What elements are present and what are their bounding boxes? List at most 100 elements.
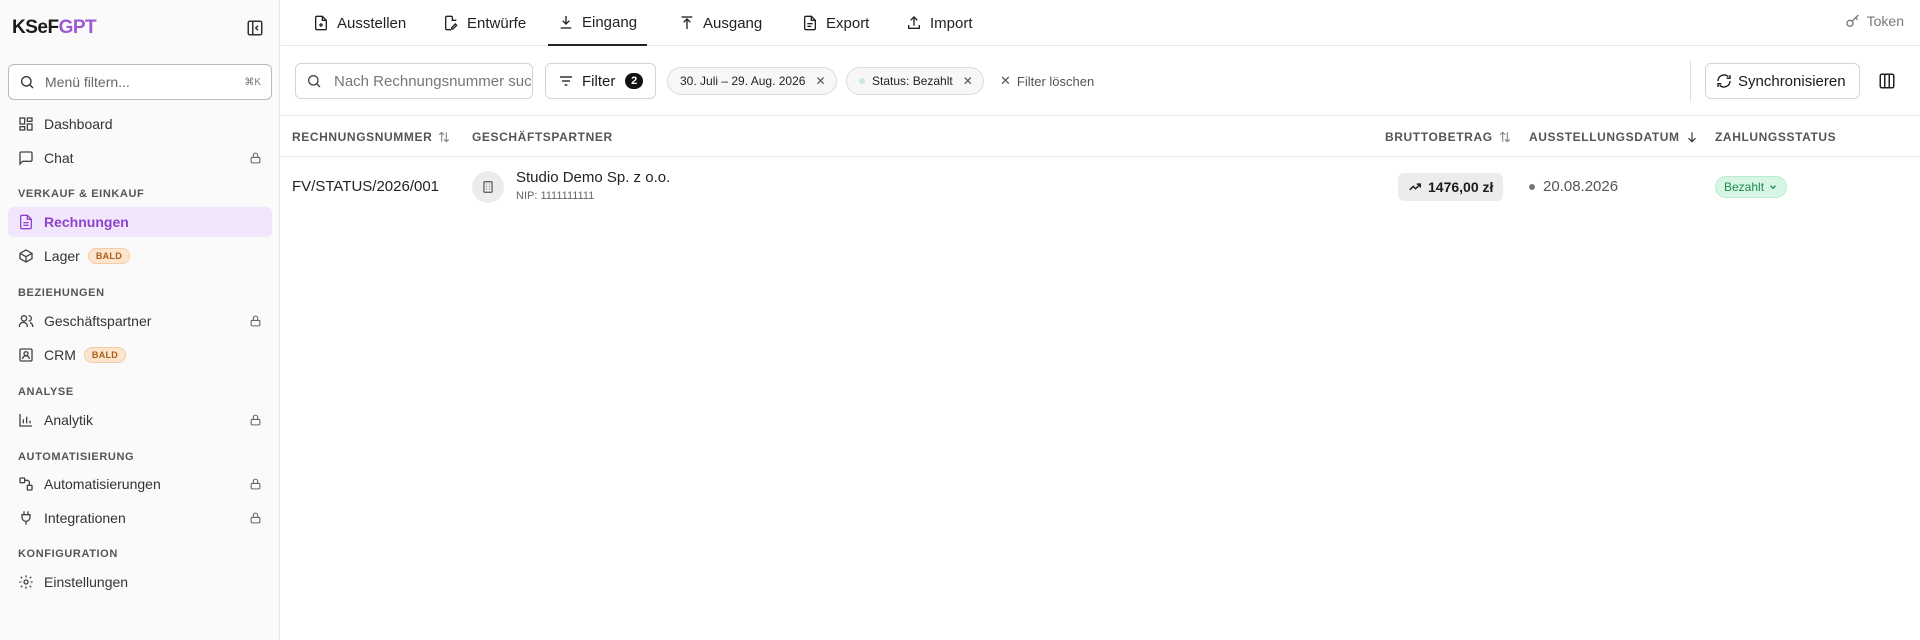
document-icon (18, 214, 34, 230)
sidebar-toggle-icon[interactable] (246, 19, 264, 37)
sidebar-item-label: Geschäftspartner (44, 313, 152, 329)
contact-card-icon (18, 347, 34, 363)
tab-label: Eingang (582, 13, 638, 31)
chevron-down-icon (1768, 182, 1778, 192)
invoice-search-input[interactable]: Nach Rechnungsnummer suchen (295, 63, 533, 99)
arrow-down-icon[interactable] (1685, 130, 1699, 144)
key-icon (1845, 13, 1861, 29)
sidebar-item-settings[interactable]: Einstellungen (8, 567, 272, 597)
section-relationships: BEZIEHUNGEN (18, 287, 105, 299)
shortcut-hint: ⌘K (244, 76, 261, 88)
tab-label: Ausstellen (337, 14, 407, 32)
section-configuration: KONFIGURATION (18, 548, 118, 560)
filter-bar: Nach Rechnungsnummer suchen Filter 2 30.… (281, 46, 1920, 116)
partner-nip: NIP: 1111111111 (516, 190, 595, 202)
sort-icon[interactable] (1498, 130, 1512, 144)
close-icon[interactable]: ✕ (815, 74, 825, 88)
menu-filter-placeholder: Menü filtern... (45, 74, 130, 90)
sidebar-item-analytics[interactable]: Analytik (8, 405, 272, 435)
lock-icon (249, 151, 262, 165)
tab-issue[interactable]: Ausstellen (303, 0, 416, 46)
date-value: 20.08.2026 (1543, 178, 1619, 195)
sidebar-item-automations[interactable]: Automatisierungen (8, 469, 272, 499)
logo-row: KSeFGPT (12, 16, 268, 40)
status-label: Bezahlt (1724, 180, 1765, 194)
column-header-label: AUSSTELLUNGSDATUM (1529, 130, 1680, 144)
trending-up-icon (1408, 180, 1422, 194)
sidebar-item-label: Lager (44, 248, 80, 264)
chat-icon (18, 150, 34, 166)
download-icon (558, 14, 574, 30)
token-button[interactable]: Token (1845, 13, 1904, 29)
lock-icon (249, 413, 262, 427)
sort-icon[interactable] (437, 130, 451, 144)
sidebar-item-label: Automatisierungen (44, 476, 161, 492)
sidebar-item-chat[interactable]: Chat (8, 143, 272, 173)
column-header-gross-amount[interactable]: BRUTTOBETRAG (1385, 117, 1512, 157)
filter-button[interactable]: Filter 2 (545, 63, 656, 99)
payment-status-badge[interactable]: Bezahlt (1715, 176, 1788, 198)
sidebar-item-partners[interactable]: Geschäftspartner (8, 306, 272, 336)
lock-icon (249, 314, 262, 328)
chip-label: 30. Juli – 29. Aug. 2026 (680, 74, 806, 88)
invoice-search-placeholder: Nach Rechnungsnummer suchen (334, 72, 532, 90)
sidebar-item-warehouse[interactable]: Lager BALD (8, 241, 272, 271)
date-dot (1529, 183, 1535, 190)
invoice-number[interactable]: FV/STATUS/2026/001 (292, 178, 439, 195)
column-header-label: BRUTTOBETRAG (1385, 130, 1493, 144)
tab-drafts[interactable]: Entwürfe (433, 0, 536, 46)
app-logo[interactable]: KSeFGPT (12, 16, 268, 40)
tab-outgoing[interactable]: Ausgang (669, 0, 772, 46)
close-icon: ✕ (1000, 73, 1011, 88)
column-header-label: RECHNUNGSNUMMER (292, 130, 433, 144)
tab-export[interactable]: Export (792, 0, 879, 46)
search-icon (19, 74, 35, 90)
sidebar-item-label: Einstellungen (44, 574, 129, 590)
dashboard-icon (18, 116, 34, 132)
tab-label: Import (930, 14, 973, 32)
filter-chip-date-range[interactable]: 30. Juli – 29. Aug. 2026 ✕ (667, 67, 837, 95)
tab-label: Export (826, 14, 870, 32)
section-analysis: ANALYSE (18, 386, 74, 398)
sidebar-item-label: Rechnungen (44, 214, 129, 230)
package-icon (18, 248, 34, 264)
filter-chip-status[interactable]: Status: Bezahlt ✕ (846, 67, 984, 95)
refresh-icon (1716, 73, 1732, 89)
top-tabs: Ausstellen Entwürfe Eingang Ausgang Expo… (281, 0, 1920, 46)
sidebar-item-integrations[interactable]: Integrationen (8, 503, 272, 533)
sidebar-item-label: Chat (44, 150, 74, 166)
filter-label: Filter (582, 72, 616, 90)
clear-filters-button[interactable]: ✕ Filter löschen (1000, 73, 1094, 89)
amount-value: 1476,00 zł (1428, 179, 1494, 195)
menu-filter-input[interactable]: Menü filtern... ⌘K (8, 64, 272, 100)
lock-icon (249, 511, 262, 525)
sync-button[interactable]: Synchronisieren (1705, 63, 1860, 99)
gear-icon (18, 574, 34, 590)
coming-soon-badge: BALD (83, 347, 127, 363)
table-row[interactable]: FV/STATUS/2026/001 Studio Demo Sp. z o.o… (281, 157, 1920, 217)
bar-chart-icon (18, 412, 34, 428)
sidebar-item-invoices[interactable]: Rechnungen (8, 207, 272, 237)
filter-count-badge: 2 (625, 73, 643, 89)
partner-name[interactable]: Studio Demo Sp. z o.o. (516, 169, 670, 186)
column-header-label: ZAHLUNGSSTATUS (1715, 130, 1837, 144)
sidebar-item-crm[interactable]: CRM BALD (8, 340, 272, 370)
divider (1690, 60, 1691, 102)
tab-import[interactable]: Import (896, 0, 983, 46)
workflow-icon (18, 476, 34, 492)
section-sales-purchases: VERKAUF & EINKAUF (18, 188, 145, 200)
sidebar-item-label: Analytik (44, 412, 94, 428)
users-icon (18, 313, 34, 329)
columns-icon[interactable] (1878, 72, 1896, 90)
tab-incoming[interactable]: Eingang (548, 0, 648, 46)
clear-filters-label: Filter löschen (1016, 73, 1095, 89)
column-header-issue-date[interactable]: AUSSTELLUNGSDATUM (1529, 117, 1699, 157)
chip-label: Status: Bezahlt (872, 74, 953, 88)
close-icon[interactable]: ✕ (963, 74, 973, 88)
building-icon (472, 171, 504, 203)
file-text-icon (802, 15, 818, 31)
column-header-payment-status: ZAHLUNGSSTATUS (1715, 117, 1836, 157)
issue-date: 20.08.2026 (1529, 178, 1618, 195)
column-header-invoice-number[interactable]: RECHNUNGSNUMMER (292, 117, 451, 157)
sidebar-item-dashboard[interactable]: Dashboard (8, 109, 272, 139)
